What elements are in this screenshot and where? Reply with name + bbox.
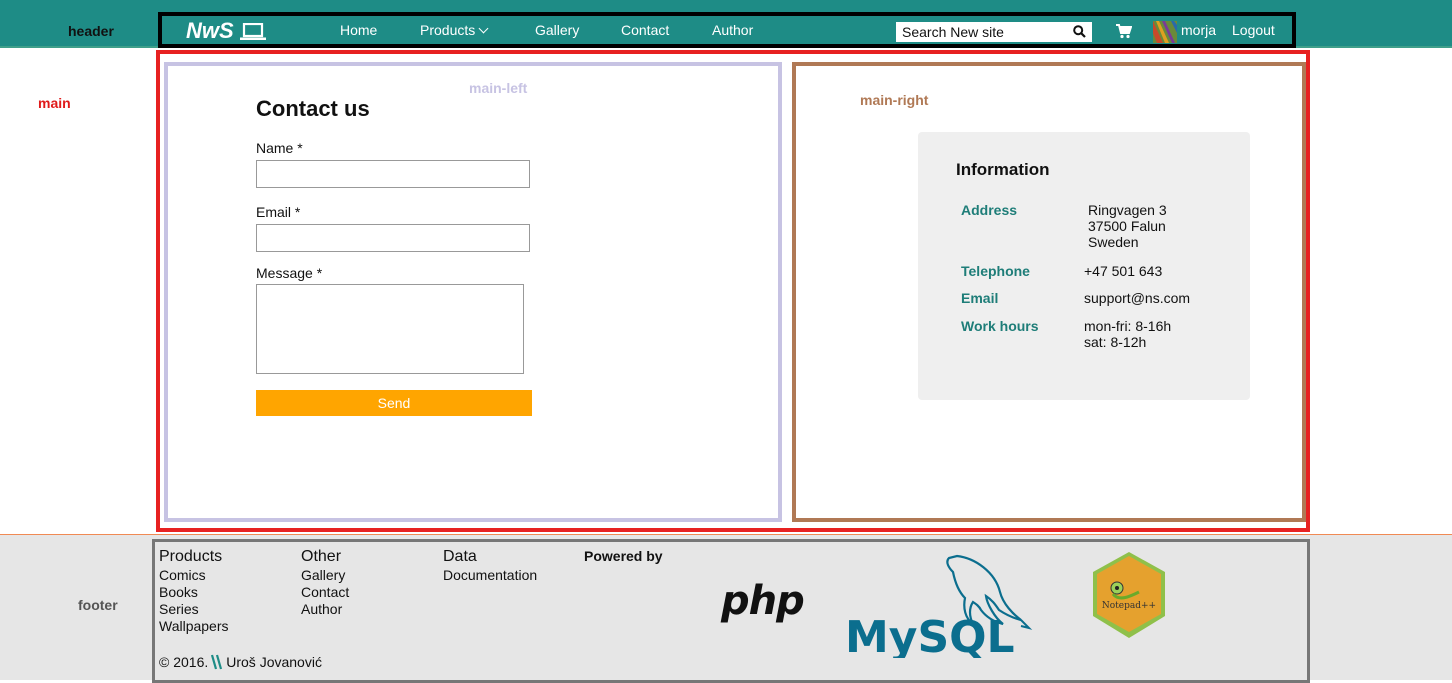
footer: footer Products Comics Books Series Wall… (0, 534, 1452, 683)
info-key-telephone: Telephone (961, 263, 1030, 279)
author-name: Uroš Jovanović (226, 654, 322, 670)
footer-link-series[interactable]: Series (159, 601, 199, 618)
footer-link-wallpapers[interactable]: Wallpapers (159, 618, 229, 635)
site-logo[interactable]: NwS (186, 18, 266, 44)
info-value-email: support@ns.com (1084, 290, 1191, 306)
nav-home[interactable]: Home (340, 22, 377, 38)
message-field[interactable] (256, 284, 524, 374)
header-region-label: header (68, 23, 114, 39)
nav-gallery[interactable]: Gallery (535, 22, 579, 38)
footer-link-comics[interactable]: Comics (159, 567, 206, 584)
nav-author[interactable]: Author (712, 22, 753, 38)
notepad-logo-text: Notepad++ (1102, 601, 1156, 611)
mysql-logo-text: MySQL (845, 612, 1015, 658)
navbar: NwS Home Products Gallery Contact Author (158, 12, 1296, 48)
main-left-panel: main-left Contact us Name * Email * Mess… (164, 62, 782, 522)
laptop-icon (239, 22, 266, 40)
footer-heading-other: Other (301, 548, 342, 565)
nav-products[interactable]: Products (420, 22, 489, 38)
logout-link[interactable]: Logout (1232, 22, 1275, 38)
main-right-region-label: main-right (860, 92, 929, 108)
main-container: main-left Contact us Name * Email * Mess… (156, 50, 1310, 532)
send-button[interactable]: Send (256, 390, 532, 416)
copyright-text: © 2016. (159, 654, 209, 670)
email-label: Email * (256, 204, 301, 220)
footer-link-documentation[interactable]: Documentation (443, 567, 537, 584)
nav-contact[interactable]: Contact (621, 22, 669, 38)
footer-link-books[interactable]: Books (159, 584, 198, 601)
search-box (896, 22, 1092, 42)
php-logo: php (721, 578, 805, 624)
footer-heading-data: Data (443, 548, 477, 565)
page-title: Contact us (256, 96, 370, 121)
username-link[interactable]: morja (1181, 22, 1216, 38)
nav-products-label: Products (420, 22, 476, 38)
footer-container: Products Comics Books Series Wallpapers … (152, 539, 1310, 683)
copyright: © 2016. Uroš Jovanović (159, 654, 322, 670)
main-region-label: main (38, 95, 71, 111)
main-right-panel: main-right Information Address Ringvagen… (792, 62, 1306, 522)
name-label: Name * (256, 140, 303, 156)
search-input[interactable] (902, 24, 1062, 40)
information-title: Information (956, 160, 1050, 179)
logo-text: NwS (186, 18, 234, 43)
name-field[interactable] (256, 160, 530, 188)
footer-link-gallery[interactable]: Gallery (301, 567, 345, 584)
footer-heading-products: Products (159, 548, 223, 565)
notepad-plus-plus-logo: Notepad++ (1093, 552, 1165, 638)
mysql-logo: MySQL (845, 554, 1033, 658)
info-value-telephone: +47 501 643 (1084, 263, 1163, 279)
author-mark-icon (211, 654, 223, 670)
powered-by-label: Powered by (584, 548, 663, 564)
search-icon[interactable] (1073, 25, 1086, 38)
info-key-address: Address (961, 202, 1018, 218)
message-label: Message * (256, 265, 323, 281)
info-key-work-hours: Work hours (961, 318, 1039, 334)
avatar[interactable] (1153, 21, 1177, 43)
chevron-down-icon (478, 23, 489, 34)
footer-region-label: footer (78, 597, 118, 613)
information-card: Information Address Ringvagen 3 37500 Fa… (918, 132, 1250, 400)
info-value-address: Ringvagen 3 37500 Falun Sweden (1088, 202, 1167, 250)
main-left-region-label: main-left (469, 80, 528, 96)
info-value-work-hours: mon-fri: 8-16h sat: 8-12h (1084, 318, 1172, 350)
cart-icon[interactable] (1116, 24, 1132, 39)
footer-link-author[interactable]: Author (301, 601, 342, 618)
email-field[interactable] (256, 224, 530, 252)
info-key-email: Email (961, 290, 999, 306)
header: header NwS Home Products Gallery Contact… (0, 0, 1452, 48)
footer-link-contact[interactable]: Contact (301, 584, 349, 601)
